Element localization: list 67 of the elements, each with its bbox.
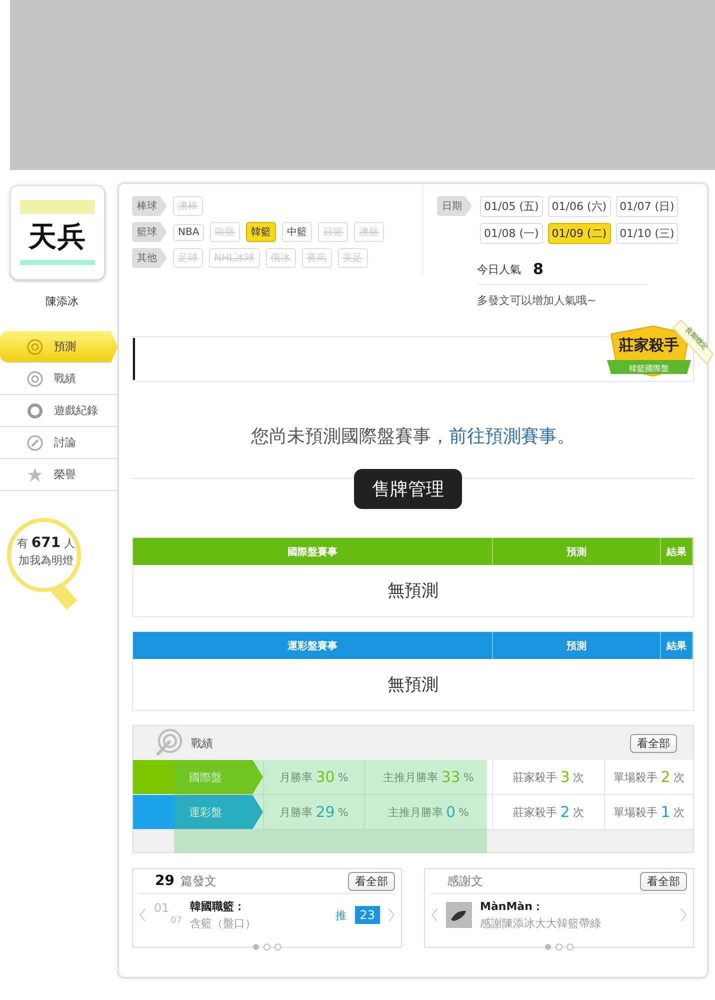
prev-icon[interactable]: [139, 908, 146, 922]
next-icon[interactable]: [680, 908, 687, 922]
tooltip: 售牌管理: [354, 469, 462, 509]
post-subtitle: 含籃（盤口）: [190, 916, 257, 931]
target-icon: [153, 728, 183, 758]
date-button[interactable]: 01/10 (三): [616, 223, 678, 244]
league-button[interactable]: 中籃: [282, 222, 312, 242]
push-label: 推: [336, 908, 347, 922]
stat-cell: 莊家殺手 2 次: [492, 795, 604, 829]
column-header: 預測: [493, 632, 661, 659]
target-icon: [26, 370, 44, 388]
pager-dots-icon[interactable]: [544, 943, 574, 951]
thanks-title: 感謝文: [447, 872, 483, 890]
view-all-button[interactable]: 看全部: [348, 872, 395, 890]
league-button[interactable]: NBA: [173, 224, 204, 240]
view-all-button[interactable]: 看全部: [640, 872, 687, 890]
avatar-logo: 天兵: [28, 219, 86, 255]
category-tag: 其他: [132, 248, 167, 268]
pager-dots-icon[interactable]: [252, 943, 282, 951]
notice-text: 您尚未預測國際盤賽事，前往預測賽事。: [250, 425, 576, 448]
thanks-text: 感謝陳添冰大大韓籃帶綠: [480, 916, 602, 931]
view-all-button[interactable]: 看全部: [630, 734, 677, 752]
row-label: 運彩盤: [133, 795, 263, 829]
post-count: 29: [155, 873, 174, 889]
next-icon[interactable]: [388, 908, 395, 922]
category-tag: 籃球: [132, 222, 167, 242]
thanks-author[interactable]: MànMàn：: [480, 899, 672, 914]
push-count: 23: [354, 906, 380, 924]
column-header: 預測: [493, 538, 661, 565]
date-button[interactable]: 01/07 (日): [616, 196, 678, 217]
stat-cell: 莊家殺手 3 次: [492, 760, 604, 794]
nav-item[interactable]: 預測: [0, 331, 118, 363]
fans-count: 有 671 人 加我為明燈: [16, 535, 76, 569]
avatar-icon: [446, 902, 472, 928]
date-button[interactable]: 01/09 (二): [548, 223, 611, 244]
predict-link[interactable]: 前往預測賽事: [449, 426, 557, 447]
stat-cell: 主推月勝率 33 %: [364, 760, 492, 794]
posts-label: 篇發文: [180, 872, 216, 890]
ring-icon: [26, 402, 44, 420]
date-tag: 日期: [437, 196, 472, 216]
column-header: 結果: [661, 632, 693, 659]
date-button[interactable]: 01/06 (六): [548, 196, 611, 217]
post-title[interactable]: 韓國職籃：: [190, 899, 328, 914]
date-button[interactable]: 01/08 (一): [480, 223, 543, 244]
post-date: 01 07: [154, 902, 182, 928]
category-tag: 棒球: [132, 196, 167, 216]
record-title: 戰績: [191, 736, 213, 750]
date-button[interactable]: 01/05 (五): [480, 196, 543, 217]
stat-cell: 主推月勝率 0 %: [364, 795, 492, 829]
stat-cell: 單場殺手 1 次: [604, 795, 693, 829]
stat-cell: 單場殺手 2 次: [604, 760, 693, 794]
popularity-value: 8: [533, 260, 544, 278]
prev-icon[interactable]: [431, 908, 438, 922]
row-label: 國際盤: [133, 760, 263, 794]
star-icon: [26, 466, 44, 484]
league-button[interactable]: 韓籃: [246, 222, 276, 242]
column-header: 結果: [661, 538, 693, 565]
empty-message: 無預測: [386, 674, 440, 697]
empty-message: 無預測: [386, 580, 440, 603]
column-header: 國際盤賽事: [133, 538, 493, 565]
column-header: 運彩盤賽事: [133, 632, 493, 659]
target-icon: [26, 338, 44, 356]
popularity-hint: 多發文可以增加人氣哦~: [477, 293, 598, 308]
stat-cell: 月勝率 29 %: [263, 795, 364, 829]
popularity-label: 今日人氣: [477, 262, 521, 276]
stat-cell: 月勝率 30 %: [263, 760, 364, 794]
user-name: 陳添冰: [44, 294, 80, 309]
